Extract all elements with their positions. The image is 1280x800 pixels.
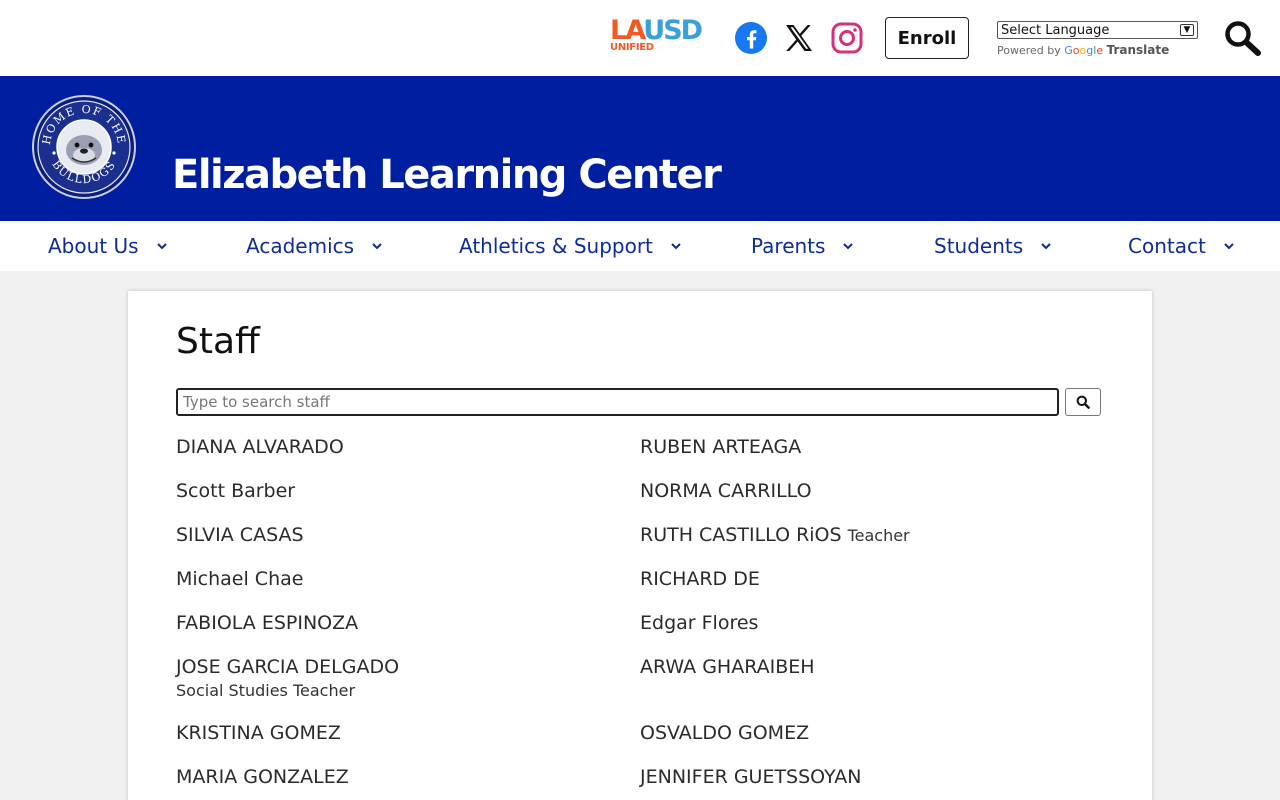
translate-link[interactable]: Translate <box>1107 43 1170 57</box>
staff-name[interactable]: Scott Barber <box>176 480 295 502</box>
chevron-down-icon <box>1041 243 1051 250</box>
staff-title: Teacher <box>847 526 910 545</box>
language-select-value: Select Language <box>1001 22 1110 38</box>
staff-name[interactable]: SILVIA CASAS <box>176 524 304 546</box>
staff-item: Michael Chae <box>176 568 636 590</box>
staff-item: SILVIA CASAS <box>176 524 636 546</box>
staff-name[interactable]: RICHARD DE <box>640 568 760 590</box>
school-logo[interactable]: HOME OF THE BULLDOGS <box>32 95 136 199</box>
nav-item-label: Students <box>934 234 1024 258</box>
nav-item-students[interactable]: Students <box>934 221 1053 271</box>
search-icon <box>1076 395 1090 409</box>
staff-item: RUBEN ARTEAGA <box>640 436 1100 458</box>
enroll-button[interactable]: Enroll <box>885 17 969 59</box>
nav-item-label: Contact <box>1128 234 1206 258</box>
staff-item: OSVALDO GOMEZ <box>640 722 1100 744</box>
staff-name[interactable]: ARWA GHARAIBEH <box>640 656 815 678</box>
staff-search-input[interactable] <box>176 388 1059 416</box>
staff-item: JENNIFER GUETSSOYAN <box>640 766 1100 788</box>
site-banner: HOME OF THE BULLDOGS Elizabeth Learning … <box>0 76 1280 221</box>
page-title: Staff <box>176 321 260 362</box>
chevron-down-icon <box>1224 243 1234 250</box>
staff-name[interactable]: JOSE GARCIA DELGADO <box>176 656 399 678</box>
main-navigation: About Us Academics Athletics & Support P… <box>0 221 1280 271</box>
school-name[interactable]: Elizabeth Learning Center <box>172 152 722 198</box>
staff-item: DIANA ALVARADO <box>176 436 636 458</box>
instagram-icon[interactable] <box>829 20 865 56</box>
staff-item: RUTH CASTILLO RiOS Teacher <box>640 524 1100 546</box>
nav-item-label: Athletics & Support <box>459 234 653 258</box>
nav-item-label: About Us <box>48 234 139 258</box>
staff-name[interactable]: FABIOLA ESPINOZA <box>176 612 358 634</box>
chevron-down-icon: ▼ <box>1180 24 1194 36</box>
lausd-unified-text: UNIFIED <box>610 42 654 53</box>
staff-search-button[interactable] <box>1065 388 1101 416</box>
staff-name[interactable]: Edgar Flores <box>640 612 758 634</box>
google-translate-credit: Powered by Google Translate <box>997 43 1169 57</box>
nav-item-academics[interactable]: Academics <box>246 221 384 271</box>
staff-item: KRISTINA GOMEZ <box>176 722 636 744</box>
staff-directory-card: Staff DIANA ALVARADO RUBEN ARTEAGA Scott… <box>128 291 1152 800</box>
powered-by-text: Powered by <box>997 44 1061 57</box>
staff-item: JOSE GARCIA DELGADO Social Studies Teach… <box>176 656 636 700</box>
staff-name[interactable]: RUBEN ARTEAGA <box>640 436 801 458</box>
google-wordmark: Google <box>1064 44 1104 57</box>
nav-item-contact[interactable]: Contact <box>1128 221 1236 271</box>
chevron-down-icon <box>843 243 854 250</box>
staff-item: ARWA GHARAIBEH <box>640 656 1100 678</box>
staff-item: Edgar Flores <box>640 612 1100 634</box>
staff-title: Social Studies Teacher <box>176 681 356 700</box>
staff-name[interactable]: MARIA GONZALEZ <box>176 766 349 788</box>
staff-name[interactable]: Michael Chae <box>176 568 303 590</box>
staff-name[interactable]: RUTH CASTILLO RiOS <box>640 524 842 546</box>
facebook-icon[interactable] <box>733 20 769 56</box>
nav-item-label: Parents <box>751 234 826 258</box>
nav-item-parents[interactable]: Parents <box>751 221 855 271</box>
staff-item: RICHARD DE <box>640 568 1100 590</box>
staff-item: NORMA CARRILLO <box>640 480 1100 502</box>
staff-name[interactable]: OSVALDO GOMEZ <box>640 722 809 744</box>
staff-name[interactable]: KRISTINA GOMEZ <box>176 722 341 744</box>
staff-item: Scott Barber <box>176 480 636 502</box>
top-utility-bar: LAUSD UNIFIED Enroll Select Language ▼ P… <box>0 0 1280 76</box>
staff-item: MARIA GONZALEZ <box>176 766 636 788</box>
chevron-down-icon <box>671 243 681 250</box>
staff-name[interactable]: DIANA ALVARADO <box>176 436 344 458</box>
chevron-down-icon <box>156 243 167 250</box>
nav-item-athletics-support[interactable]: Athletics & Support <box>459 221 683 271</box>
chevron-down-icon <box>372 243 382 250</box>
nav-item-label: Academics <box>246 234 355 258</box>
x-twitter-icon[interactable] <box>781 20 817 56</box>
nav-item-about-us[interactable]: About Us <box>48 221 169 271</box>
staff-name[interactable]: JENNIFER GUETSSOYAN <box>640 766 861 788</box>
language-select[interactable]: Select Language ▼ <box>997 21 1198 39</box>
search-icon[interactable] <box>1222 18 1262 58</box>
staff-item: FABIOLA ESPINOZA <box>176 612 636 634</box>
lausd-logo[interactable]: LAUSD UNIFIED <box>610 16 720 56</box>
staff-name[interactable]: NORMA CARRILLO <box>640 480 812 502</box>
